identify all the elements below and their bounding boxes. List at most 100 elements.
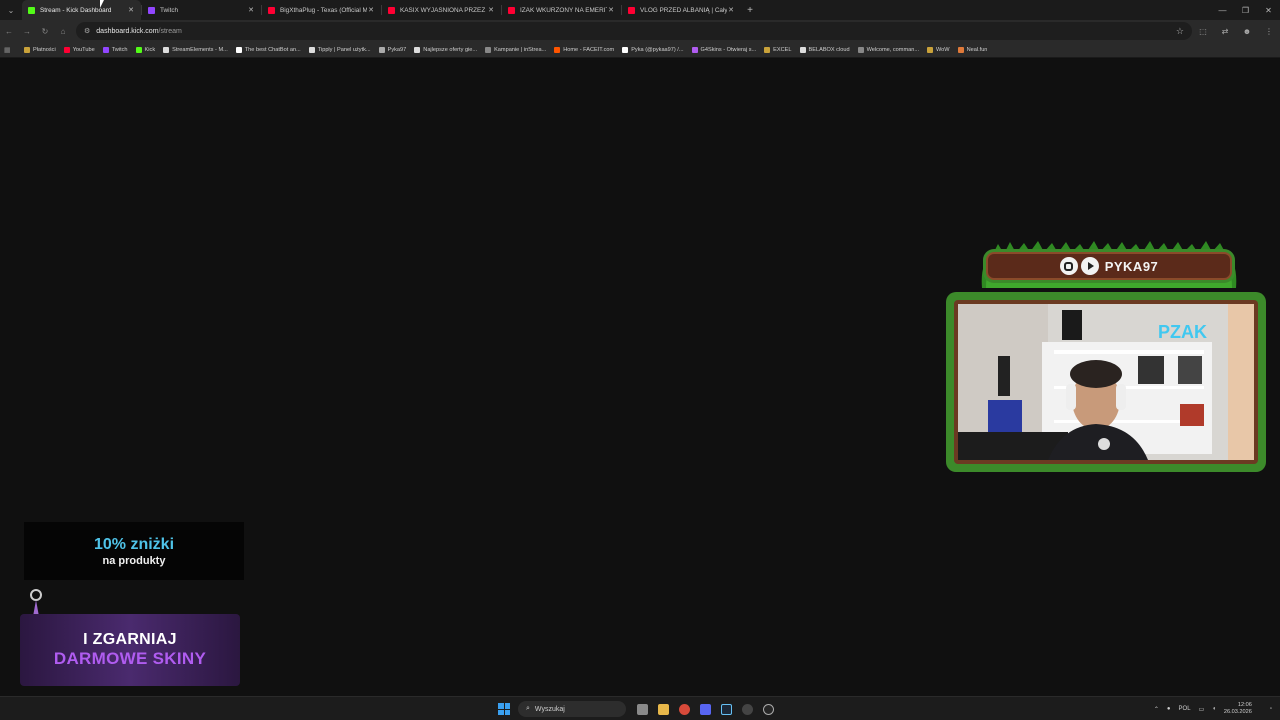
home-icon[interactable]: ⌂ <box>54 20 72 42</box>
tab-title: Stream - Kick Dashboard <box>40 6 112 14</box>
promo-line1: 10% zniżki <box>93 535 175 553</box>
notifications-icon[interactable]: ▫ <box>1270 706 1272 712</box>
bookmark-favicon-icon <box>24 46 30 53</box>
bookmark-item[interactable]: Płatności <box>24 46 56 53</box>
bookmark-item[interactable]: Kick <box>135 46 156 53</box>
tabs-container: Stream - Kick Dashboard ✕ Twitch ✕ BigXthaPl… <box>22 0 741 20</box>
bookmark-label: Kampanie | inStrea... <box>494 46 547 53</box>
tab-close-icon[interactable]: ✕ <box>367 6 375 14</box>
tab-close-icon[interactable]: ✕ <box>487 6 495 14</box>
bookmark-item[interactable]: Tipply | Panel użytk... <box>308 46 371 53</box>
bookmark-item[interactable]: G4Skins - Otwieraj s... <box>691 46 757 53</box>
bookmark-star-icon[interactable]: ☆ <box>1176 26 1184 37</box>
tab-close-icon[interactable]: ✕ <box>127 6 135 14</box>
bookmark-item[interactable]: Twitch <box>102 46 128 53</box>
sync-icon[interactable]: ⇄ <box>1214 20 1236 42</box>
language-indicator[interactable]: POL <box>1179 706 1191 712</box>
tab-close-icon[interactable]: ✕ <box>247 6 255 14</box>
search-icon: ⌕ <box>526 705 530 712</box>
mic-icon[interactable]: ● <box>1167 706 1171 712</box>
bookmark-item[interactable]: YouTube <box>63 46 95 53</box>
start-button[interactable] <box>498 703 510 715</box>
bookmark-favicon-icon <box>622 46 629 53</box>
steam-icon[interactable] <box>716 697 737 720</box>
tab-favicon-icon <box>508 6 515 14</box>
clock[interactable]: 12:06 26.03.2026 <box>1224 702 1260 716</box>
tab-search-icon[interactable]: ⌄ <box>0 0 22 20</box>
clock-time: 12:06 <box>1237 702 1252 708</box>
tab[interactable]: BigXthaPlug - Texas (Official M ✕ <box>262 0 381 20</box>
bookmark-favicon-icon <box>957 46 964 53</box>
profile-icon[interactable]: ☻ <box>1236 20 1258 42</box>
bookmark-item[interactable]: WoW <box>927 46 950 53</box>
tab-favicon-icon <box>148 6 155 14</box>
bookmark-favicon-icon <box>764 46 771 53</box>
tab-strip: ⌄ Stream - Kick Dashboard ✕ Twitch ✕ BigXtha… <box>0 0 1280 20</box>
tab-title: Twitch <box>160 6 179 14</box>
forward-icon[interactable]: → <box>18 20 36 42</box>
bookmark-item[interactable]: The best ChatBot an... <box>235 46 301 53</box>
streaming-app-icon[interactable] <box>758 697 779 720</box>
task-view-icon[interactable] <box>632 697 653 720</box>
tab[interactable]: Twitch ✕ <box>142 0 261 20</box>
new-tab-button[interactable]: + <box>741 5 759 16</box>
network-icon[interactable]: ▭ <box>1199 706 1205 713</box>
bookmark-label: Welcome, comman... <box>866 46 919 53</box>
minimize-icon[interactable]: — <box>1211 0 1234 20</box>
tab[interactable]: VLOG PRZED ALBANIĄ | Cały vl ✕ <box>622 0 741 20</box>
back-icon[interactable]: ← <box>0 20 18 42</box>
site-info-icon[interactable]: ⚙ <box>84 27 90 35</box>
bookmark-label: Pyka97 <box>387 46 407 53</box>
bookmark-favicon-icon <box>857 46 864 53</box>
bookmark-favicon-icon <box>414 46 421 53</box>
bookmark-label: Kick <box>144 46 156 53</box>
bookmark-item[interactable]: Neal.fun <box>957 46 987 53</box>
tab[interactable]: Stream - Kick Dashboard ✕ <box>22 0 141 20</box>
tab-favicon-icon <box>388 6 395 14</box>
bookmark-item[interactable]: Welcome, comman... <box>857 46 919 53</box>
chrome-icon[interactable] <box>674 697 695 720</box>
extensions-icon[interactable]: ⬚ <box>1192 20 1214 42</box>
tab-title: BigXthaPlug - Texas (Official M <box>280 6 367 14</box>
address-bar[interactable]: ⚙ dashboard.kick.com/stream ☆ <box>76 22 1192 40</box>
discount-promo: 10% zniżki na produkty <box>24 522 244 580</box>
restore-icon[interactable]: ❐ <box>1234 0 1257 20</box>
bookmark-item[interactable]: Najlepsze oferty gie... <box>414 46 478 53</box>
bookmark-label: Najlepsze oferty gie... <box>423 46 478 53</box>
bookmark-label: Home - FACEIT.com <box>563 46 615 53</box>
taskbar: ⌕ Wyszukaj ⌃ ● POL ▭ ◖ 12:06 26.03.2026 … <box>0 696 1280 720</box>
tab-close-icon[interactable]: ✕ <box>607 6 615 14</box>
volume-icon[interactable]: ◖ <box>1212 706 1216 712</box>
bookmark-favicon-icon <box>102 46 109 53</box>
bookmark-item[interactable]: Pyka (@pykaa97) /... <box>622 46 684 53</box>
youtube-icon <box>1080 257 1099 275</box>
file-explorer-icon[interactable] <box>653 697 674 720</box>
close-window-icon[interactable]: ✕ <box>1257 0 1280 20</box>
discord-icon[interactable] <box>695 697 716 720</box>
bookmark-item[interactable]: Kampanie | inStrea... <box>485 46 547 53</box>
tab[interactable]: IZAK WKURZONY NA EMERITO ✕ <box>502 0 621 20</box>
reload-icon[interactable]: ↻ <box>36 20 54 42</box>
bookmark-label: StreamElements - M... <box>172 46 228 53</box>
mouse-cursor <box>100 0 107 8</box>
tab-close-icon[interactable]: ✕ <box>727 6 735 14</box>
taskbar-search[interactable]: ⌕ Wyszukaj <box>518 701 626 717</box>
bookmark-item[interactable]: BELABOX cloud <box>799 46 850 53</box>
tab[interactable]: KASIX WYJAŚNIONA PRZEZ KA ✕ <box>382 0 501 20</box>
bookmark-item[interactable]: EXCEL <box>764 46 792 53</box>
bookmark-item[interactable]: Pyka97 <box>378 46 407 53</box>
apps-icon[interactable]: ▦ <box>4 46 16 54</box>
bookmark-item[interactable]: Home - FACEIT.com <box>554 46 615 53</box>
bookmark-favicon-icon <box>799 46 806 53</box>
bookmark-favicon-icon <box>163 46 170 53</box>
tray-chevron-icon[interactable]: ⌃ <box>1154 706 1159 713</box>
bookmark-label: Twitch <box>111 46 128 53</box>
tab-title: IZAK WKURZONY NA EMERITO <box>520 6 607 14</box>
bookmark-item[interactable]: StreamElements - M... <box>163 46 228 53</box>
tab-favicon-icon <box>28 6 35 14</box>
obs-icon[interactable] <box>737 697 758 720</box>
tab-favicon-icon <box>628 6 635 14</box>
menu-icon[interactable]: ⋮ <box>1258 20 1280 42</box>
bookmark-label: G4Skins - Otwieraj s... <box>700 46 757 53</box>
url-path: /stream <box>158 27 182 35</box>
